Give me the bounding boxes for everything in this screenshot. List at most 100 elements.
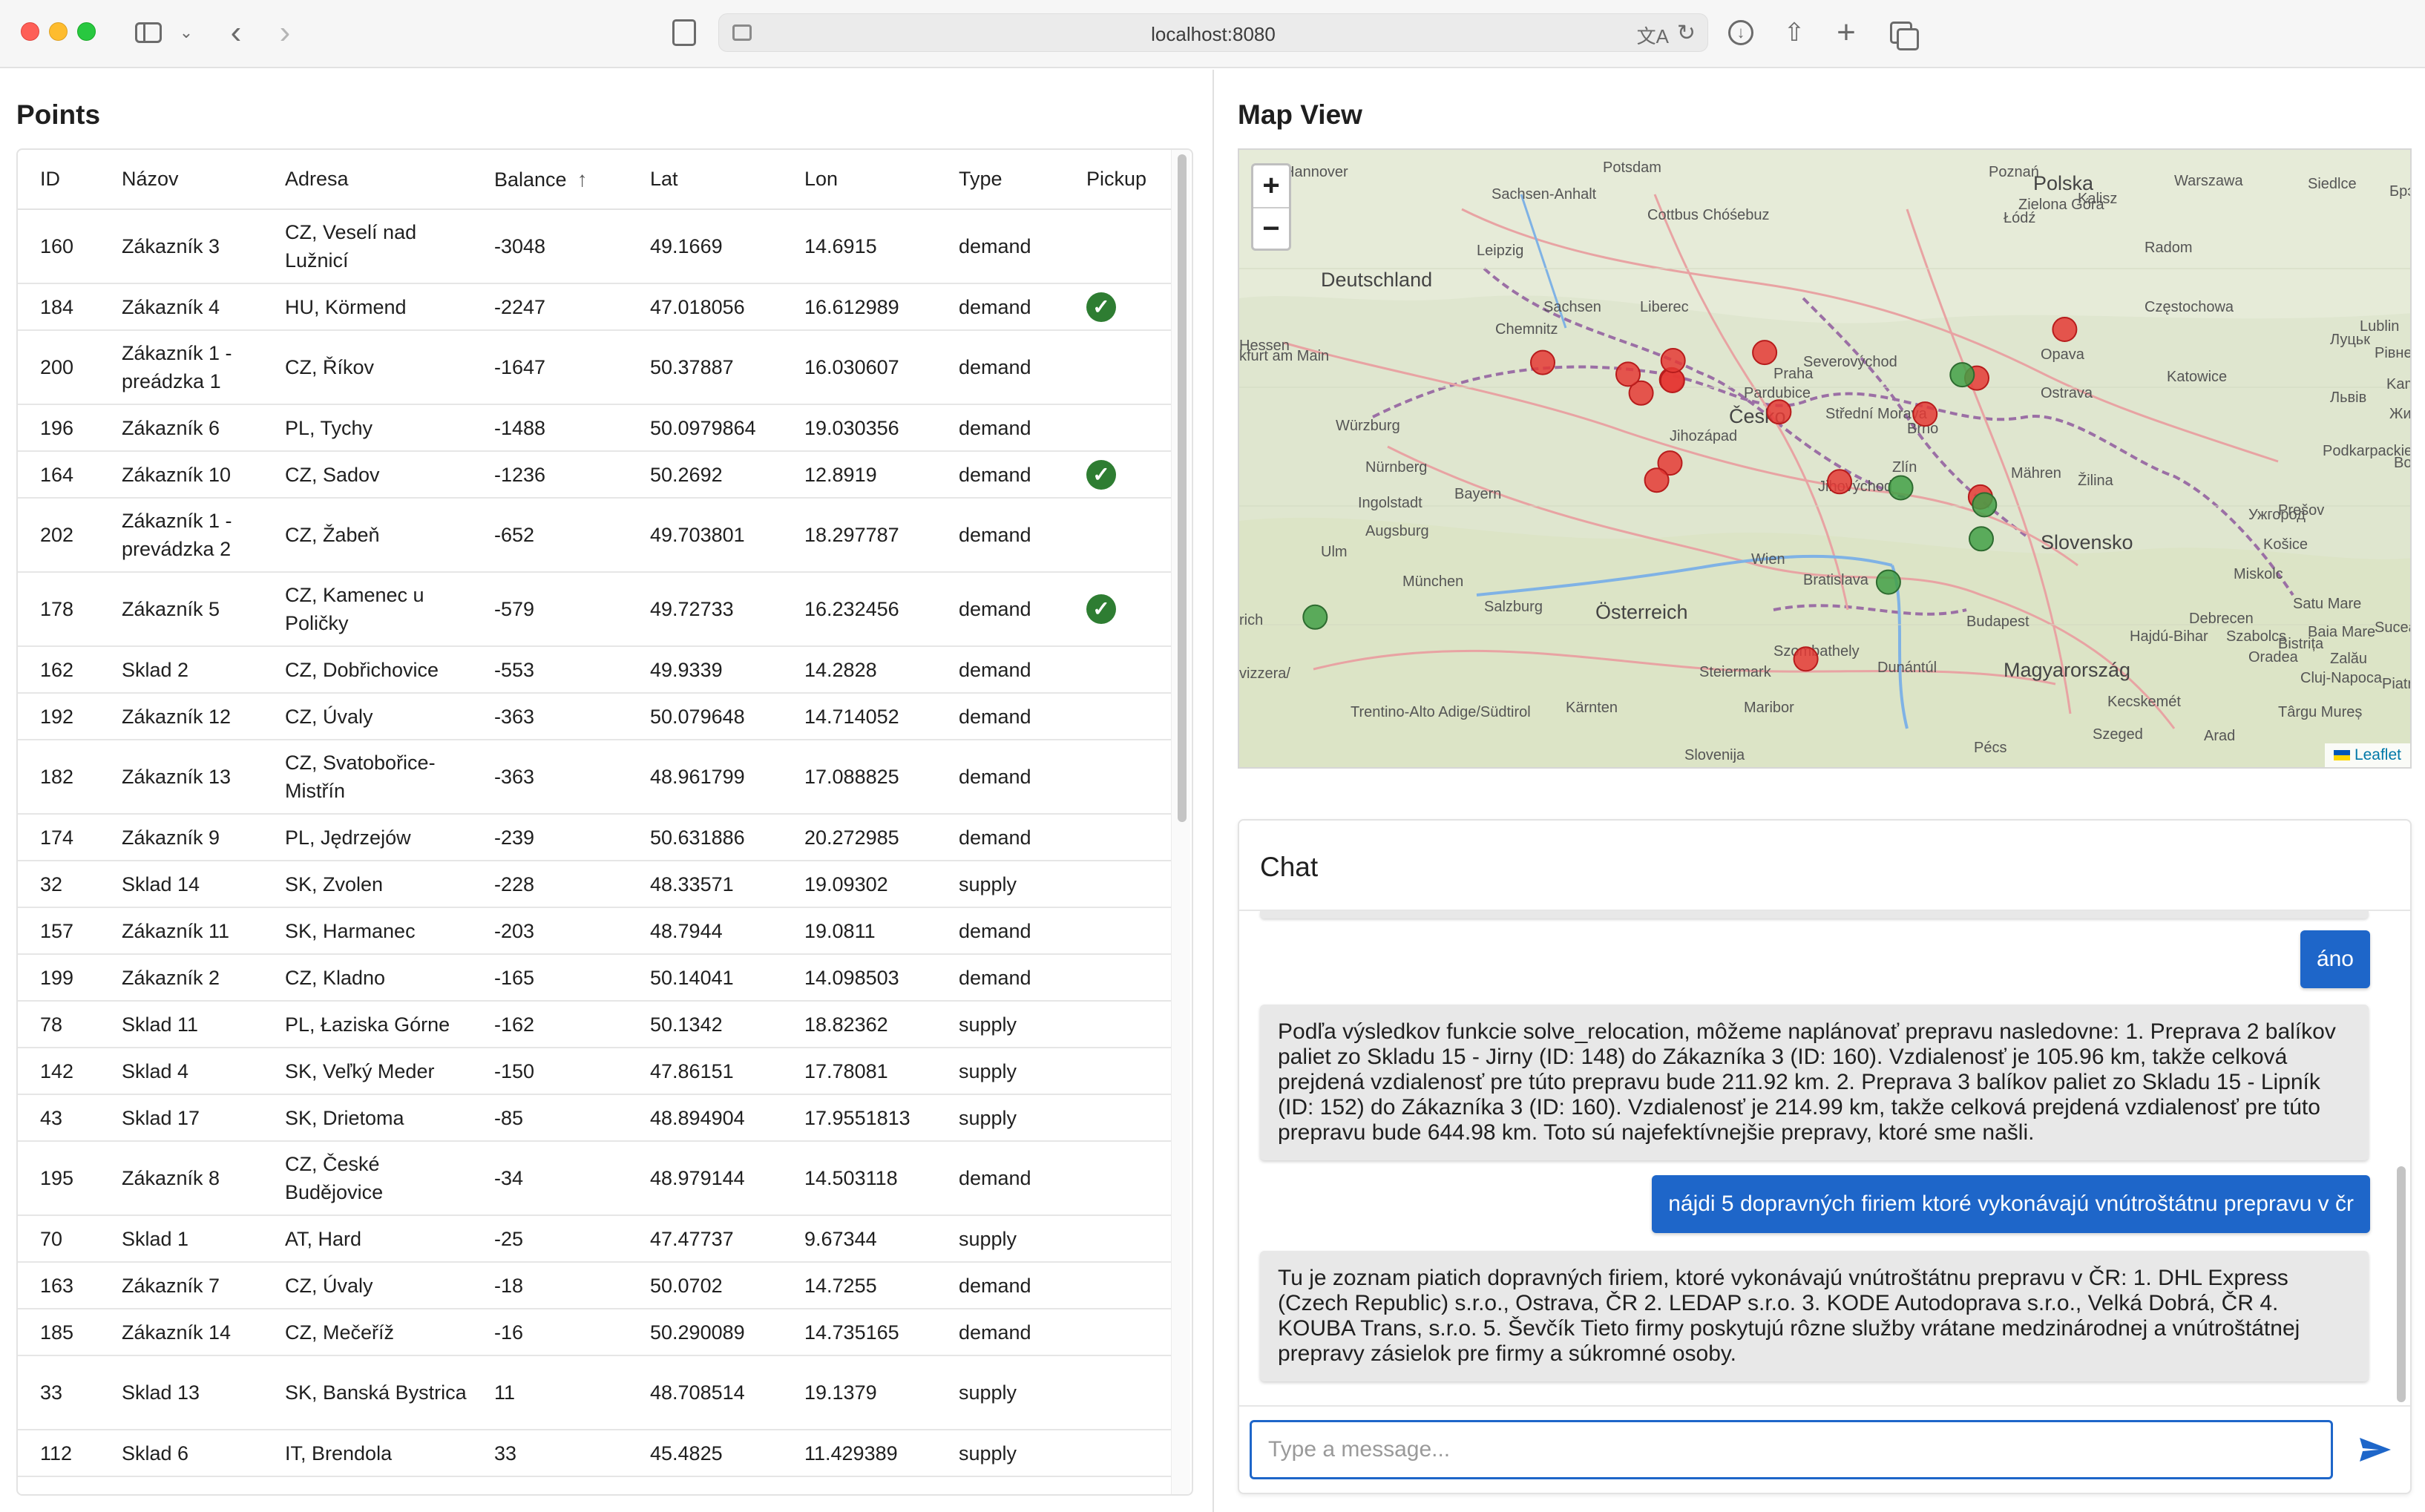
cell-balance: 33 bbox=[472, 1430, 628, 1477]
table-row[interactable]: 157 Zákazník 11 SK, Harmanec -203 48.7944 19.… bbox=[18, 907, 1172, 955]
chat-scrollbar[interactable] bbox=[2394, 911, 2409, 1405]
table-row[interactable]: 43 Sklad 17 SK, Drietoma -85 48.894904 17.955… bbox=[18, 1094, 1172, 1142]
share-icon[interactable]: ⇧ bbox=[1778, 16, 1811, 49]
tab-overview-icon[interactable] bbox=[1885, 16, 1919, 50]
minimize-window-button[interactable] bbox=[49, 22, 68, 41]
cell-lat: 50.14041 bbox=[628, 954, 782, 1002]
chevron-left-icon[interactable]: ‹ bbox=[220, 14, 252, 50]
zoom-in-button[interactable]: + bbox=[1253, 165, 1289, 207]
cell-name: Zákazník 14 bbox=[99, 1309, 263, 1356]
map-label: Poznań bbox=[1989, 164, 2039, 180]
plus-icon[interactable]: + bbox=[1830, 14, 1863, 50]
table-row[interactable]: 32 Sklad 14 SK, Zvolen -228 48.33571 19.09302… bbox=[18, 861, 1172, 908]
table-row[interactable]: 200 Zákazník 1 - preádzka 1 CZ, Říkov -1647… bbox=[18, 330, 1172, 405]
map-marker-demand[interactable] bbox=[1644, 467, 1670, 493]
cell-lon: 16.030607 bbox=[782, 330, 936, 405]
table-scrollbar[interactable] bbox=[1171, 150, 1190, 1494]
cell-balance: 11 bbox=[472, 1355, 628, 1430]
sort-arrow-up-icon[interactable]: ↑ bbox=[577, 168, 588, 191]
table-row[interactable]: 142 Sklad 4 SK, Veľký Meder -150 47.86151 17.… bbox=[18, 1048, 1172, 1095]
cell-address: CZ, Sadov bbox=[263, 451, 472, 499]
map-marker-demand[interactable] bbox=[1766, 399, 1792, 425]
map-marker-supply[interactable] bbox=[1888, 475, 1914, 501]
sidebar-icon[interactable] bbox=[132, 16, 165, 49]
send-icon[interactable] bbox=[2352, 1427, 2397, 1472]
reader-icon[interactable] bbox=[668, 16, 700, 49]
table-row[interactable]: 178 Zákazník 5 CZ, Kamenec u Poličky -579 49… bbox=[18, 572, 1172, 647]
cell-type: demand bbox=[936, 404, 1064, 452]
cell-address: CZ, Úvaly bbox=[263, 693, 472, 740]
table-row[interactable]: 162 Sklad 2 CZ, Dobřichovice -553 49.9339 14.… bbox=[18, 646, 1172, 694]
column-header-pickup[interactable]: Pickup bbox=[1064, 150, 1172, 210]
map-marker-supply[interactable] bbox=[1302, 604, 1328, 630]
table-scrollbar-thumb[interactable] bbox=[1178, 154, 1187, 822]
table-row[interactable]: 195 Zákazník 8 CZ, České Budějovice -34 48.9… bbox=[18, 1141, 1172, 1216]
map-label: Łódź bbox=[2004, 210, 2035, 226]
table-row[interactable]: 164 Zákazník 10 CZ, Sadov -1236 50.2692 12.89… bbox=[18, 451, 1172, 499]
table-row[interactable]: 33 Sklad 13 SK, Banská Bystrica 11 48.708514… bbox=[18, 1355, 1172, 1430]
column-header-balance[interactable]: Balance ↑ bbox=[472, 150, 628, 210]
table-row[interactable]: 192 Zákazník 12 CZ, Úvaly -363 50.079648 14.7… bbox=[18, 693, 1172, 740]
map-marker-demand[interactable] bbox=[1530, 349, 1555, 375]
table-row[interactable]: 163 Zákazník 7 CZ, Úvaly -18 50.0702 14.7255 d… bbox=[18, 1262, 1172, 1309]
cell-name: Zákazník 11 bbox=[99, 907, 263, 955]
map-marker-demand[interactable] bbox=[1912, 401, 1938, 427]
table-row[interactable]: 160 Zákazník 3 CZ, Veselí nad Lužnicí -3048… bbox=[18, 209, 1172, 284]
map-marker-supply[interactable] bbox=[1949, 362, 1975, 388]
table-row[interactable]: 112 Sklad 6 IT, Brendola 33 45.4825 11.429389… bbox=[18, 1430, 1172, 1477]
chevron-down-icon[interactable]: ⌄ bbox=[175, 16, 197, 49]
map-label: Pécs bbox=[1974, 740, 2006, 756]
column-header-lat[interactable]: Lat bbox=[628, 150, 782, 210]
table-row[interactable]: 174 Zákazník 9 PL, Jędrzejów -239 50.631886 2… bbox=[18, 814, 1172, 861]
map-marker-supply[interactable] bbox=[1875, 569, 1901, 595]
map-label: Ingolstadt bbox=[1358, 495, 1422, 511]
address-bar[interactable]: localhost:8080 文A ↻ bbox=[718, 13, 1708, 52]
map-marker-demand[interactable] bbox=[1660, 348, 1686, 373]
column-header-id[interactable]: ID bbox=[18, 150, 99, 210]
cell-type: demand bbox=[936, 498, 1064, 573]
download-icon[interactable]: ↓ bbox=[1725, 16, 1757, 49]
column-header-type[interactable]: Type bbox=[936, 150, 1064, 210]
table-row[interactable]: 202 Zákazník 1 - prevádzka 2 CZ, Žabeň -652… bbox=[18, 498, 1172, 573]
table-row[interactable]: 78 Sklad 11 PL, Łaziska Górne -162 50.1342 18… bbox=[18, 1001, 1172, 1048]
map-marker-supply[interactable] bbox=[1972, 492, 1998, 518]
map-marker-demand[interactable] bbox=[1752, 340, 1778, 366]
column-header-lon[interactable]: Lon bbox=[782, 150, 936, 210]
map-marker-demand[interactable] bbox=[2052, 317, 2078, 342]
map-label: Satu Mare bbox=[2293, 596, 2361, 612]
reload-icon[interactable]: ↻ bbox=[1677, 20, 1696, 46]
cell-lat: 47.018056 bbox=[628, 283, 782, 331]
table-row[interactable]: 70 Sklad 1 AT, Hard -25 47.47737 9.67344 suppl… bbox=[18, 1215, 1172, 1263]
message-input[interactable] bbox=[1250, 1420, 2333, 1479]
map-marker-demand[interactable] bbox=[1615, 361, 1641, 387]
table-row[interactable]: 196 Zákazník 6 PL, Tychy -1488 50.0979864 19.… bbox=[18, 404, 1172, 452]
column-header-name[interactable]: Názov bbox=[99, 150, 263, 210]
translate-icon[interactable]: 文A bbox=[1637, 22, 1669, 49]
map-canvas[interactable]: Hannover Potsdam Poznań Warszawa Siedlce Брэс… bbox=[1239, 150, 2412, 769]
chat-messages[interactable]: áno Podľa výsledkov funkcie solve_reloca… bbox=[1239, 911, 2410, 1405]
table-row[interactable]: 185 Zákazník 14 CZ, Mečeříž -16 50.290089 14.… bbox=[18, 1309, 1172, 1356]
cell-address: CZ, Dobřichovice bbox=[263, 646, 472, 694]
cell-type: supply bbox=[936, 1215, 1064, 1263]
table-row[interactable]: 199 Zákazník 2 CZ, Kladno -165 50.14041 14.09… bbox=[18, 954, 1172, 1002]
map-marker-demand[interactable] bbox=[1793, 646, 1819, 672]
map-view[interactable]: Hannover Potsdam Poznań Warszawa Siedlce Брэс… bbox=[1238, 148, 2412, 769]
cell-lat: 50.631886 bbox=[628, 814, 782, 861]
chat-scrollbar-thumb[interactable] bbox=[2397, 1166, 2406, 1402]
table-row[interactable]: 184 Zákazník 4 HU, Körmend -2247 47.018056 16… bbox=[18, 283, 1172, 331]
cell-type: supply bbox=[936, 1355, 1064, 1430]
column-header-address[interactable]: Adresa bbox=[263, 150, 472, 210]
zoom-out-button[interactable]: − bbox=[1253, 207, 1289, 249]
cell-id: 174 bbox=[18, 814, 99, 861]
chevron-right-icon[interactable]: › bbox=[269, 14, 301, 50]
map-label: Severovýchod bbox=[1803, 354, 1897, 370]
map-marker-supply[interactable] bbox=[1969, 526, 1994, 552]
attribution-link[interactable]: Leaflet bbox=[2355, 746, 2401, 763]
maximize-window-button[interactable] bbox=[77, 22, 96, 41]
map-marker-demand[interactable] bbox=[1827, 469, 1852, 495]
map-attribution[interactable]: Leaflet bbox=[2324, 743, 2410, 767]
close-window-button[interactable] bbox=[21, 22, 39, 41]
map-label: Hannover bbox=[1284, 164, 1348, 180]
map-label: Chemnitz bbox=[1495, 321, 1558, 338]
table-row[interactable]: 182 Zákazník 13 CZ, Svatobořice-Mistřín -36… bbox=[18, 740, 1172, 815]
